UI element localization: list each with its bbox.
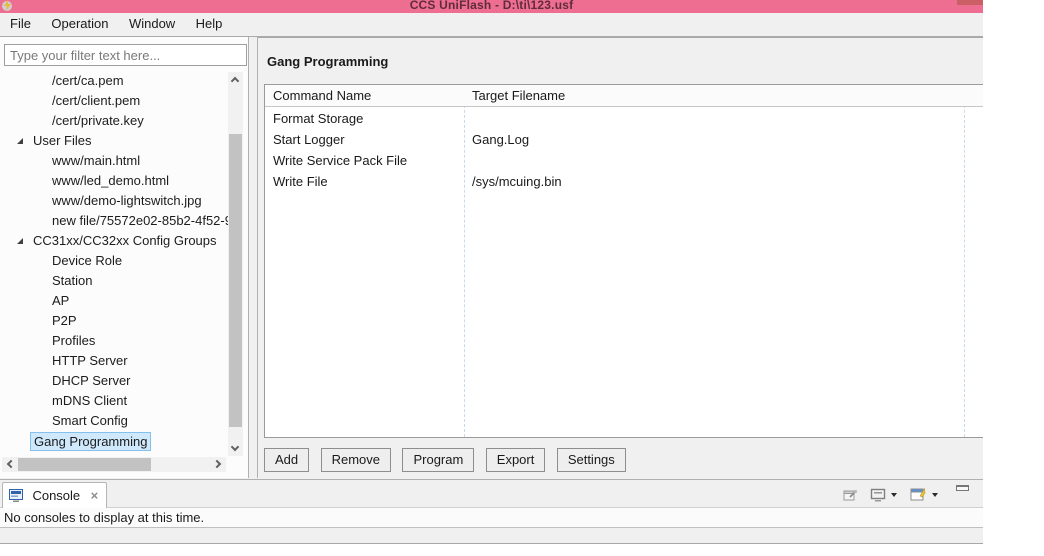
tree-item-ap[interactable]: AP <box>0 291 228 311</box>
scroll-right-button[interactable] <box>211 457 226 472</box>
gang-programming-panel: Gang Programming Command Name Target Fil… <box>257 37 983 478</box>
app-window: CCS UniFlash - D:\ti\123.usf File Operat… <box>0 0 983 544</box>
tree-horizontal-scrollbar[interactable] <box>2 457 226 472</box>
tree-item-config-groups[interactable]: CC31xx/CC32xx Config Groups <box>0 231 228 251</box>
tree-item-cert-ca[interactable]: /cert/ca.pem <box>0 71 228 91</box>
menu-file[interactable]: File <box>2 13 39 36</box>
program-button[interactable]: Program <box>402 448 475 472</box>
expand-arrow-icon[interactable] <box>17 138 23 144</box>
console-tab[interactable]: Console × <box>2 482 108 508</box>
window-title: CCS UniFlash - D:\ti\123.usf <box>409 0 574 12</box>
scroll-down-button[interactable] <box>228 441 243 456</box>
filter-input[interactable] <box>4 44 247 66</box>
menu-operation[interactable]: Operation <box>43 13 116 36</box>
tree-item-led-demo[interactable]: www/led_demo.html <box>0 171 228 191</box>
config-tree: /cert/ca.pem /cert/client.pem /cert/priv… <box>0 71 228 456</box>
table-row[interactable]: Write Service Pack File <box>265 150 983 171</box>
tree-item-gang-programming[interactable]: Gang Programming <box>0 431 228 451</box>
console-message: No consoles to display at this time. <box>0 508 983 528</box>
remove-button[interactable]: Remove <box>320 448 392 472</box>
tree-item-cert-private[interactable]: /cert/private.key <box>0 111 228 131</box>
menubar: File Operation Window Help <box>0 13 983 37</box>
tree-item-p2p[interactable]: P2P <box>0 311 228 331</box>
display-selected-console-icon[interactable] <box>870 488 886 502</box>
expand-arrow-icon[interactable] <box>17 238 23 244</box>
minimize-view-icon[interactable] <box>956 485 969 491</box>
scroll-up-button[interactable] <box>228 72 243 87</box>
table-header: Command Name Target Filename <box>265 85 983 107</box>
menu-help[interactable]: Help <box>188 13 231 36</box>
open-console-dropdown-icon[interactable] <box>931 492 938 497</box>
open-console-icon[interactable] <box>910 487 927 502</box>
tree-item-cert-client[interactable]: /cert/client.pem <box>0 91 228 111</box>
console-status-strip <box>0 528 983 544</box>
console-display-dropdown-icon[interactable] <box>891 492 898 497</box>
export-button[interactable]: Export <box>485 448 546 472</box>
tree-item-user-files[interactable]: User Files <box>0 131 228 151</box>
console-toolbar <box>835 485 969 503</box>
tree-item-smart-config[interactable]: Smart Config <box>0 411 228 431</box>
horizontal-scroll-thumb[interactable] <box>18 458 151 471</box>
tree-item-http-server[interactable]: HTTP Server <box>0 351 228 371</box>
tree-vertical-scrollbar[interactable] <box>228 72 243 456</box>
column-header-command-name[interactable]: Command Name <box>265 85 464 107</box>
console-tab-label: Console <box>32 488 81 503</box>
close-tab-icon[interactable]: × <box>91 488 99 503</box>
tree-item-device-role[interactable]: Device Role <box>0 251 228 271</box>
tree-item-new-file[interactable]: new file/75572e02-85b2-4f52-9 <box>0 211 228 231</box>
table-body: Format Storage Start Logger Gang.Log Wri… <box>265 108 983 192</box>
table-row[interactable]: Start Logger Gang.Log <box>265 129 983 150</box>
session-tree-panel: /cert/ca.pem /cert/client.pem /cert/priv… <box>0 37 249 478</box>
panel-heading: Gang Programming <box>267 54 389 69</box>
close-button[interactable] <box>957 0 983 5</box>
table-row[interactable]: Write File /sys/mcuing.bin <box>265 171 983 192</box>
tree-item-mdns-client[interactable]: mDNS Client <box>0 391 228 411</box>
column-header-target-filename[interactable]: Target Filename <box>464 85 964 107</box>
tree-item-profiles[interactable]: Profiles <box>0 331 228 351</box>
console-tab-bar: Console × <box>0 480 983 508</box>
table-row[interactable]: Format Storage <box>265 108 983 129</box>
command-buttons: Add Remove Program Export Settings <box>264 448 633 473</box>
commands-table: Command Name Target Filename Format Stor… <box>264 84 983 438</box>
menu-window[interactable]: Window <box>121 13 183 36</box>
tree-item-main-html[interactable]: www/main.html <box>0 151 228 171</box>
tree-item-station[interactable]: Station <box>0 271 228 291</box>
tree-item-lightswitch[interactable]: www/demo-lightswitch.jpg <box>0 191 228 211</box>
console-icon <box>9 489 23 502</box>
vertical-scroll-thumb[interactable] <box>229 134 242 427</box>
add-button[interactable]: Add <box>264 448 310 472</box>
pin-console-icon[interactable] <box>843 488 858 502</box>
console-view: Console × No consoles to display at this… <box>0 479 983 544</box>
main-area: /cert/ca.pem /cert/client.pem /cert/priv… <box>0 37 983 478</box>
settings-button[interactable]: Settings <box>556 448 626 472</box>
titlebar: CCS UniFlash - D:\ti\123.usf <box>0 0 983 13</box>
scroll-left-button[interactable] <box>2 457 17 472</box>
tree-item-dhcp-server[interactable]: DHCP Server <box>0 371 228 391</box>
